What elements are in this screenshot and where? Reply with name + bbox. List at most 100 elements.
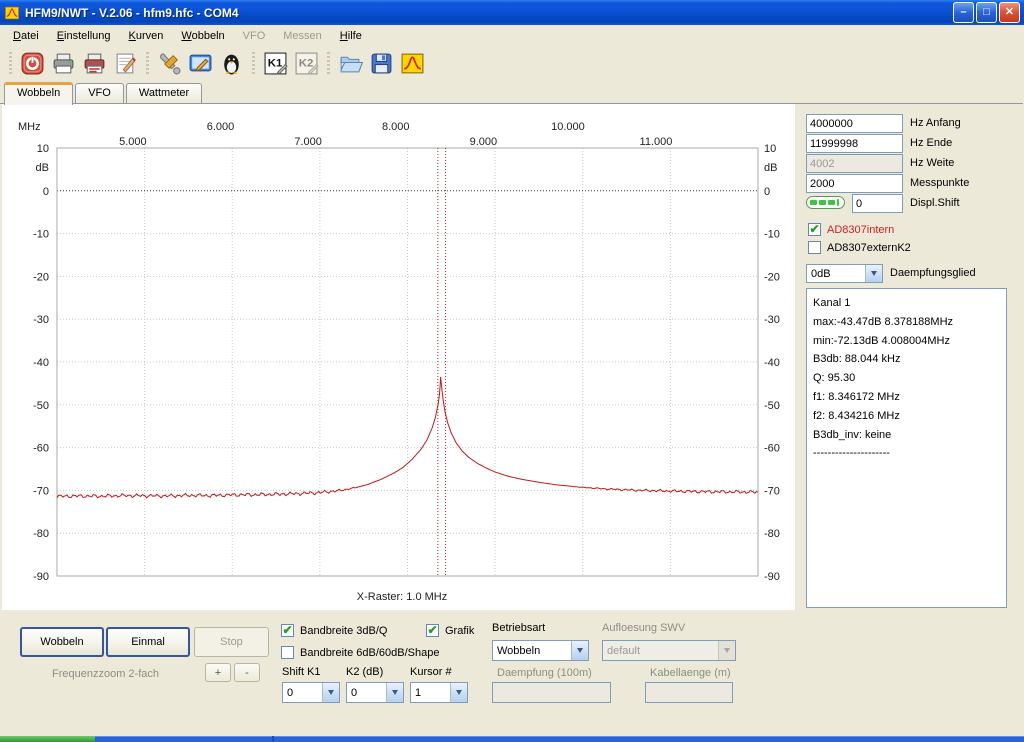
bandbreite-6db-checkbox[interactable]: ✔	[281, 646, 294, 659]
betriebsart-label: Betriebsart	[492, 622, 545, 634]
grafik-label: Grafik	[445, 625, 474, 637]
notes-icon[interactable]	[112, 50, 139, 77]
svg-text:-50: -50	[33, 400, 49, 412]
cursor-k1-icon[interactable]: K1	[262, 50, 289, 77]
svg-text:-10: -10	[33, 229, 49, 241]
start-button[interactable]	[0, 736, 95, 742]
menu-item-einstellung[interactable]: Einstellung	[48, 27, 120, 45]
svg-text:9.000: 9.000	[470, 136, 498, 148]
power-icon[interactable]	[19, 50, 46, 77]
tab-wobbeln[interactable]: Wobbeln	[4, 82, 73, 105]
sweep-trace	[57, 377, 758, 498]
ad8307intern-checkbox[interactable]: ✔	[808, 223, 821, 236]
hz-weite-input	[806, 154, 903, 173]
svg-text:-10: -10	[764, 229, 780, 241]
menu-item-kurven[interactable]: Kurven	[120, 27, 173, 45]
svg-text:dB: dB	[36, 162, 49, 174]
hz-weite-label: Hz Weite	[910, 157, 954, 169]
daempfung-label: Daempfung (100m)	[497, 667, 592, 679]
svg-text:0: 0	[43, 186, 49, 198]
svg-text:-50: -50	[764, 400, 780, 412]
kursor-select[interactable]: 1	[410, 682, 468, 703]
chevron-down-icon[interactable]	[322, 683, 339, 702]
toolbar-grip	[327, 52, 330, 76]
svg-text:-90: -90	[33, 571, 49, 583]
curve-icon[interactable]	[399, 50, 426, 77]
save-icon[interactable]	[368, 50, 395, 77]
cursor-k2-icon: K2	[293, 50, 320, 77]
svg-text:-20: -20	[33, 271, 49, 283]
svg-text:dB: dB	[764, 162, 777, 174]
hz-ende-label: Hz Ende	[910, 137, 952, 149]
menu-item-messen: Messen	[274, 27, 331, 45]
k2-db-select[interactable]: 0	[346, 682, 404, 703]
svg-text:-30: -30	[33, 314, 49, 326]
frequenzzoom-label: Frequenzzoom 2-fach	[52, 668, 159, 680]
tools-icon[interactable]	[156, 50, 183, 77]
svg-text:-80: -80	[33, 528, 49, 540]
hz-ende-input[interactable]	[806, 134, 903, 153]
svg-text:-90: -90	[764, 571, 780, 583]
menu-item-wobbeln[interactable]: Wobbeln	[172, 27, 233, 45]
menu-bar: DateiEinstellungKurvenWobbelnVFOMessenHi…	[0, 25, 1024, 47]
channel-info-line: max:-43.47dB 8.378188MHz	[813, 313, 1000, 332]
taskbar[interactable]	[0, 736, 1024, 742]
svg-text:X-Raster: 1.0 MHz: X-Raster: 1.0 MHz	[357, 591, 447, 603]
kursor-label: Kursor #	[410, 666, 452, 678]
svg-text:0: 0	[764, 186, 770, 198]
svg-text:K2: K2	[299, 58, 314, 70]
svg-text:7.000: 7.000	[294, 136, 322, 148]
chevron-down-icon[interactable]	[450, 683, 467, 702]
zoom-plus-button[interactable]: +	[205, 663, 231, 682]
svg-text:MHz: MHz	[18, 121, 41, 133]
channel-info-line: Kanal 1	[813, 294, 1000, 313]
folder-open-icon[interactable]	[337, 50, 364, 77]
svg-text:-40: -40	[33, 357, 49, 369]
menu-item-hilfe[interactable]: Hilfe	[331, 27, 371, 45]
menu-item-datei[interactable]: Datei	[4, 27, 48, 45]
svg-text:10: 10	[37, 143, 49, 155]
title-bar[interactable]: HFM9/NWT - V.2.06 - hfm9.hfc - COM4 – □ …	[0, 0, 1024, 25]
svg-text:5.000: 5.000	[119, 136, 147, 148]
ad8307externk2-checkbox[interactable]: ✔	[808, 241, 821, 254]
maximize-button[interactable]: □	[976, 2, 997, 23]
kabellaenge-label: Kabellaenge (m)	[650, 667, 731, 679]
channel-info-line: B3db_inv: keine	[813, 426, 1000, 445]
screen-edit-icon[interactable]	[187, 50, 214, 77]
messpunkte-input[interactable]	[806, 174, 903, 193]
svg-text:10: 10	[764, 143, 776, 155]
tab-vfo[interactable]: VFO	[75, 83, 124, 104]
chevron-down-icon[interactable]	[571, 641, 588, 660]
bandbreite-3db-checkbox[interactable]: ✔	[281, 624, 294, 637]
grafik-checkbox[interactable]: ✔	[426, 624, 439, 637]
chevron-down-icon[interactable]	[865, 265, 882, 282]
displ-shift-input[interactable]	[852, 194, 903, 213]
chevron-down-icon	[718, 641, 735, 660]
chevron-down-icon[interactable]	[386, 683, 403, 702]
daempfungsglied-select[interactable]: 0dB	[806, 264, 883, 283]
bandbreite-6db-label: Bandbreite 6dB/60dB/Shape	[300, 647, 439, 659]
hz-anfang-input[interactable]	[806, 114, 903, 133]
einmal-button[interactable]: Einmal	[106, 627, 190, 657]
shift-k1-select[interactable]: 0	[282, 682, 340, 703]
channel-info-line: f2: 8.434216 MHz	[813, 407, 1000, 426]
minimize-button[interactable]: –	[953, 2, 974, 23]
print-red-icon[interactable]	[81, 50, 108, 77]
grid-lines	[57, 148, 758, 576]
close-button[interactable]: ✕	[999, 2, 1020, 23]
toolbar-grip	[252, 52, 255, 76]
channel-info-line: B3db: 88.044 kHz	[813, 350, 1000, 369]
toolbar-grip	[146, 52, 149, 76]
channel-info-line: min:-72.13dB 4.008004MHz	[813, 332, 1000, 351]
displ-shift-slider[interactable]	[806, 196, 845, 209]
wobbeln-button[interactable]: Wobbeln	[20, 627, 104, 657]
penguin-icon[interactable]	[218, 50, 245, 77]
betriebsart-select[interactable]: Wobbeln	[492, 640, 589, 661]
svg-text:10.000: 10.000	[551, 121, 585, 133]
svg-text:8.000: 8.000	[382, 121, 410, 133]
print-icon[interactable]	[50, 50, 77, 77]
svg-text:-30: -30	[764, 314, 780, 326]
zoom-minus-button[interactable]: -	[234, 663, 260, 682]
daempfungsglied-label: Daempfungsglied	[890, 267, 976, 279]
tab-wattmeter[interactable]: Wattmeter	[126, 83, 202, 104]
